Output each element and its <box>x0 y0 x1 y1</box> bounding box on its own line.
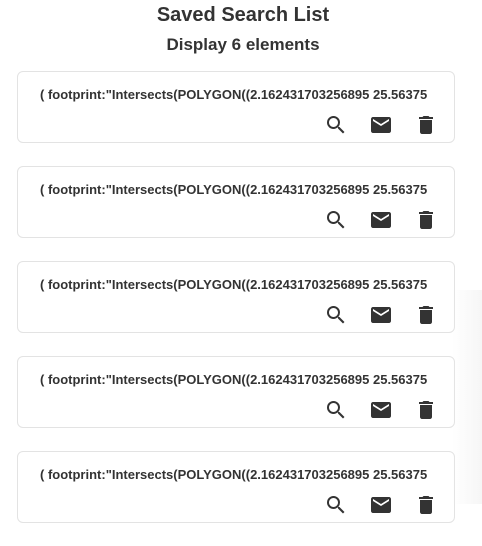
email-search-button[interactable] <box>368 112 394 138</box>
delete-search-button[interactable] <box>413 302 439 328</box>
search-icon <box>327 306 345 324</box>
email-icon <box>371 212 391 228</box>
element-count-label: Display 6 elements <box>166 35 320 54</box>
delete-icon <box>419 306 433 324</box>
email-icon <box>371 497 391 513</box>
saved-search-query: ( footprint:"Intersects(POLYGON((2.16243… <box>40 467 428 482</box>
email-icon <box>371 402 391 418</box>
scroll-shade <box>452 290 482 504</box>
delete-search-button[interactable] <box>413 207 439 233</box>
saved-search-card: ( footprint:"Intersects(POLYGON((2.16243… <box>17 451 455 523</box>
email-search-button[interactable] <box>368 397 394 423</box>
delete-search-button[interactable] <box>413 397 439 423</box>
delete-search-button[interactable] <box>413 492 439 518</box>
search-icon <box>327 496 345 514</box>
email-search-button[interactable] <box>368 207 394 233</box>
card-actions <box>323 302 439 328</box>
card-actions <box>323 492 439 518</box>
saved-search-query: ( footprint:"Intersects(POLYGON((2.16243… <box>40 277 428 292</box>
saved-search-query: ( footprint:"Intersects(POLYGON((2.16243… <box>40 372 428 387</box>
saved-search-query: ( footprint:"Intersects(POLYGON((2.16243… <box>40 87 428 102</box>
email-search-button[interactable] <box>368 492 394 518</box>
run-search-button[interactable] <box>323 302 349 328</box>
delete-icon <box>419 211 433 229</box>
saved-search-query: ( footprint:"Intersects(POLYGON((2.16243… <box>40 182 428 197</box>
saved-search-card: ( footprint:"Intersects(POLYGON((2.16243… <box>17 356 455 428</box>
page-title: Saved Search List <box>156 4 330 26</box>
card-actions <box>323 207 439 233</box>
delete-icon <box>419 496 433 514</box>
saved-search-card: ( footprint:"Intersects(POLYGON((2.16243… <box>17 166 455 238</box>
delete-icon <box>419 401 433 419</box>
run-search-button[interactable] <box>323 397 349 423</box>
run-search-button[interactable] <box>323 207 349 233</box>
card-actions <box>323 112 439 138</box>
search-icon <box>327 401 345 419</box>
saved-search-list: ( footprint:"Intersects(POLYGON((2.16243… <box>17 71 455 546</box>
email-search-button[interactable] <box>368 302 394 328</box>
email-icon <box>371 117 391 133</box>
saved-search-card: ( footprint:"Intersects(POLYGON((2.16243… <box>17 261 455 333</box>
search-icon <box>327 211 345 229</box>
saved-search-card: ( footprint:"Intersects(POLYGON((2.16243… <box>17 71 455 143</box>
card-actions <box>323 397 439 423</box>
delete-search-button[interactable] <box>413 112 439 138</box>
search-icon <box>327 116 345 134</box>
email-icon <box>371 307 391 323</box>
run-search-button[interactable] <box>323 112 349 138</box>
delete-icon <box>419 116 433 134</box>
run-search-button[interactable] <box>323 492 349 518</box>
